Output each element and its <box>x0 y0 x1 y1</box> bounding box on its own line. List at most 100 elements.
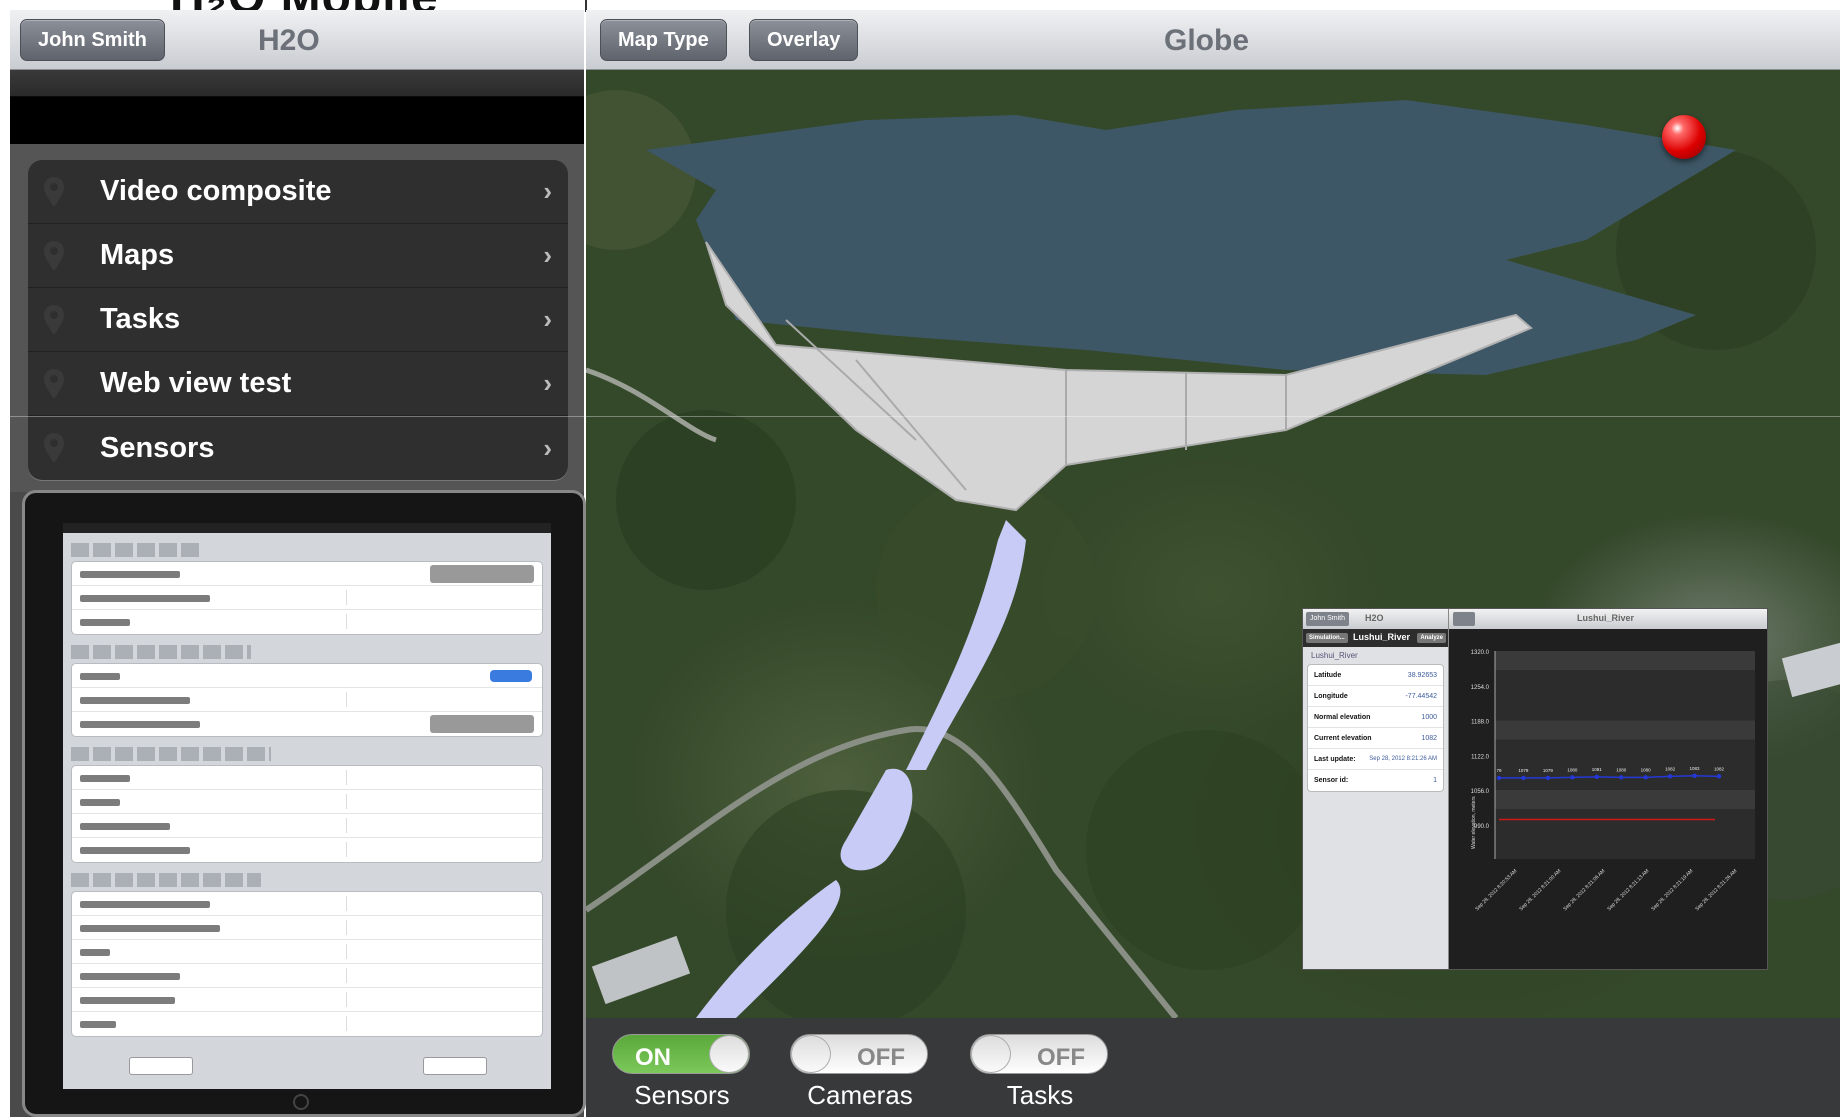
bottom-toolbar: ON Sensors OFF Cameras OFF Tasks <box>586 1018 1840 1117</box>
menu-item-tasks[interactable]: Tasks › <box>28 288 568 352</box>
form-field <box>346 614 536 629</box>
chevron-right-icon: › <box>543 176 552 206</box>
menu-item-label: Tasks <box>100 303 181 335</box>
form-row-label <box>80 997 175 1004</box>
form-row <box>72 988 542 1012</box>
row-value: -77.44542 <box>1405 693 1437 700</box>
table-row: Normal elevation 1000 <box>1308 707 1443 728</box>
toggle-label: Sensors <box>634 1080 730 1110</box>
table-row: Sensor id: 1 <box>1308 770 1443 791</box>
data-point <box>1667 774 1673 779</box>
data-label: 1079 <box>1543 768 1554 773</box>
form-button <box>430 715 534 733</box>
plot-area <box>1495 651 1755 859</box>
globe-map[interactable]: John Smith H2O Simulation... Lushui_Rive… <box>586 70 1840 1018</box>
data-label: 1082 <box>1714 766 1725 771</box>
menu-item-maps[interactable]: Maps › <box>28 224 568 288</box>
form-row-label <box>80 823 170 830</box>
popup-analyze-button[interactable]: Analyze <box>1417 633 1446 643</box>
popup-left-nav: John Smith H2O <box>1303 609 1448 629</box>
data-point <box>1521 775 1526 781</box>
popup-segment-title: Lushui_River <box>1353 632 1411 642</box>
form-row-label <box>80 571 180 578</box>
form-row-label <box>80 847 190 854</box>
form-section-header <box>71 645 251 659</box>
form-field <box>346 770 536 785</box>
form-footer-button <box>423 1057 487 1075</box>
sensor-marker[interactable] <box>1662 115 1706 159</box>
table-row: Last update: Sep 28, 2012 8:21:26 AM <box>1308 749 1443 770</box>
popup-user-button[interactable]: John Smith <box>1306 612 1350 626</box>
cameras-toggle-group: OFF Cameras <box>790 1034 930 1111</box>
map-pin-icon <box>44 369 64 399</box>
menu-item-label: Maps <box>100 239 175 271</box>
lake <box>646 100 1736 375</box>
form-row <box>72 688 542 712</box>
chevron-right-icon: › <box>543 304 552 334</box>
x-tick-label: Sep 28, 2012 8:21:06 AM <box>1562 868 1606 912</box>
toggle-knob <box>791 1035 831 1073</box>
form-row-label <box>80 925 220 932</box>
form-row <box>72 964 542 988</box>
data-point <box>1619 775 1624 780</box>
menu-item-label: Video composite <box>100 175 332 207</box>
left-nav-bar: John Smith H2O <box>10 10 584 70</box>
data-point <box>1545 775 1551 781</box>
left-panel: John Smith H2O Video composite › Maps › … <box>10 10 586 1117</box>
building <box>1781 642 1840 698</box>
status-bar <box>63 523 551 533</box>
form-row <box>72 838 542 862</box>
menu-item-video-composite[interactable]: Video composite › <box>28 160 568 224</box>
popup-right-nav: Lushui_River <box>1449 609 1767 629</box>
x-tick-label: Sep 28, 2012 8:21:00 AM <box>1518 868 1562 912</box>
popup-left-title: H2O <box>1365 613 1384 623</box>
cameras-toggle[interactable]: OFF <box>790 1034 928 1074</box>
sensors-toggle[interactable]: ON <box>612 1034 750 1074</box>
data-point <box>1496 775 1502 781</box>
data-point <box>1594 774 1599 780</box>
form-footer <box>63 1057 551 1077</box>
toggle-knob <box>709 1035 749 1073</box>
x-tick-label: Sep 28, 2012 8:21:19 AM <box>1650 868 1694 912</box>
overlay-button[interactable]: Overlay <box>749 19 859 61</box>
menu-item-label: Sensors <box>100 431 215 464</box>
map-pin-icon <box>44 305 64 335</box>
form-footer-button <box>129 1057 193 1075</box>
form-group <box>71 765 543 863</box>
form-section-header <box>71 873 261 887</box>
table-row: Longitude -77.44542 <box>1308 686 1443 707</box>
form-group <box>71 663 543 737</box>
toggle-state: OFF <box>857 1044 905 1071</box>
form-row <box>72 892 542 916</box>
popup-simulation-button[interactable]: Simulation... <box>1306 633 1348 643</box>
home-button-icon <box>293 1094 309 1110</box>
embedded-form-screen <box>63 523 551 1089</box>
form-row <box>72 814 542 838</box>
data-point <box>1570 775 1575 780</box>
form-row-label <box>80 1021 116 1028</box>
chevron-right-icon: › <box>543 432 552 463</box>
row-value: 1000 <box>1421 714 1437 721</box>
table-row: Latitude 38.92653 <box>1308 665 1443 686</box>
embedded-form-screenshot <box>22 490 586 1117</box>
data-label: 1079 <box>1518 768 1529 773</box>
left-title: H2O <box>258 24 320 57</box>
menu-item-sensors[interactable]: Sensors › <box>28 416 568 480</box>
form-field <box>346 1016 536 1031</box>
form-row <box>72 1012 542 1036</box>
form-row <box>72 562 542 586</box>
data-label: 79 <box>1496 768 1502 773</box>
user-button[interactable]: John Smith <box>20 19 165 61</box>
tasks-toggle[interactable]: OFF <box>970 1034 1108 1074</box>
toggle-label: Cameras <box>807 1080 913 1110</box>
row-value: 1 <box>1433 777 1437 784</box>
row-key: Current elevation <box>1314 735 1372 742</box>
menu-list: Video composite › Maps › Tasks › Web vie… <box>28 160 568 480</box>
row-key: Normal elevation <box>1314 714 1371 721</box>
menu-item-web-view-test[interactable]: Web view test › <box>28 352 568 416</box>
map-type-button[interactable]: Map Type <box>600 19 727 61</box>
toggle-state: OFF <box>1037 1044 1085 1071</box>
data-label: 1080 <box>1616 767 1627 772</box>
back-button[interactable] <box>1453 612 1475 626</box>
x-tick-label: Sep 28, 2012 8:21:13 AM <box>1606 868 1650 912</box>
